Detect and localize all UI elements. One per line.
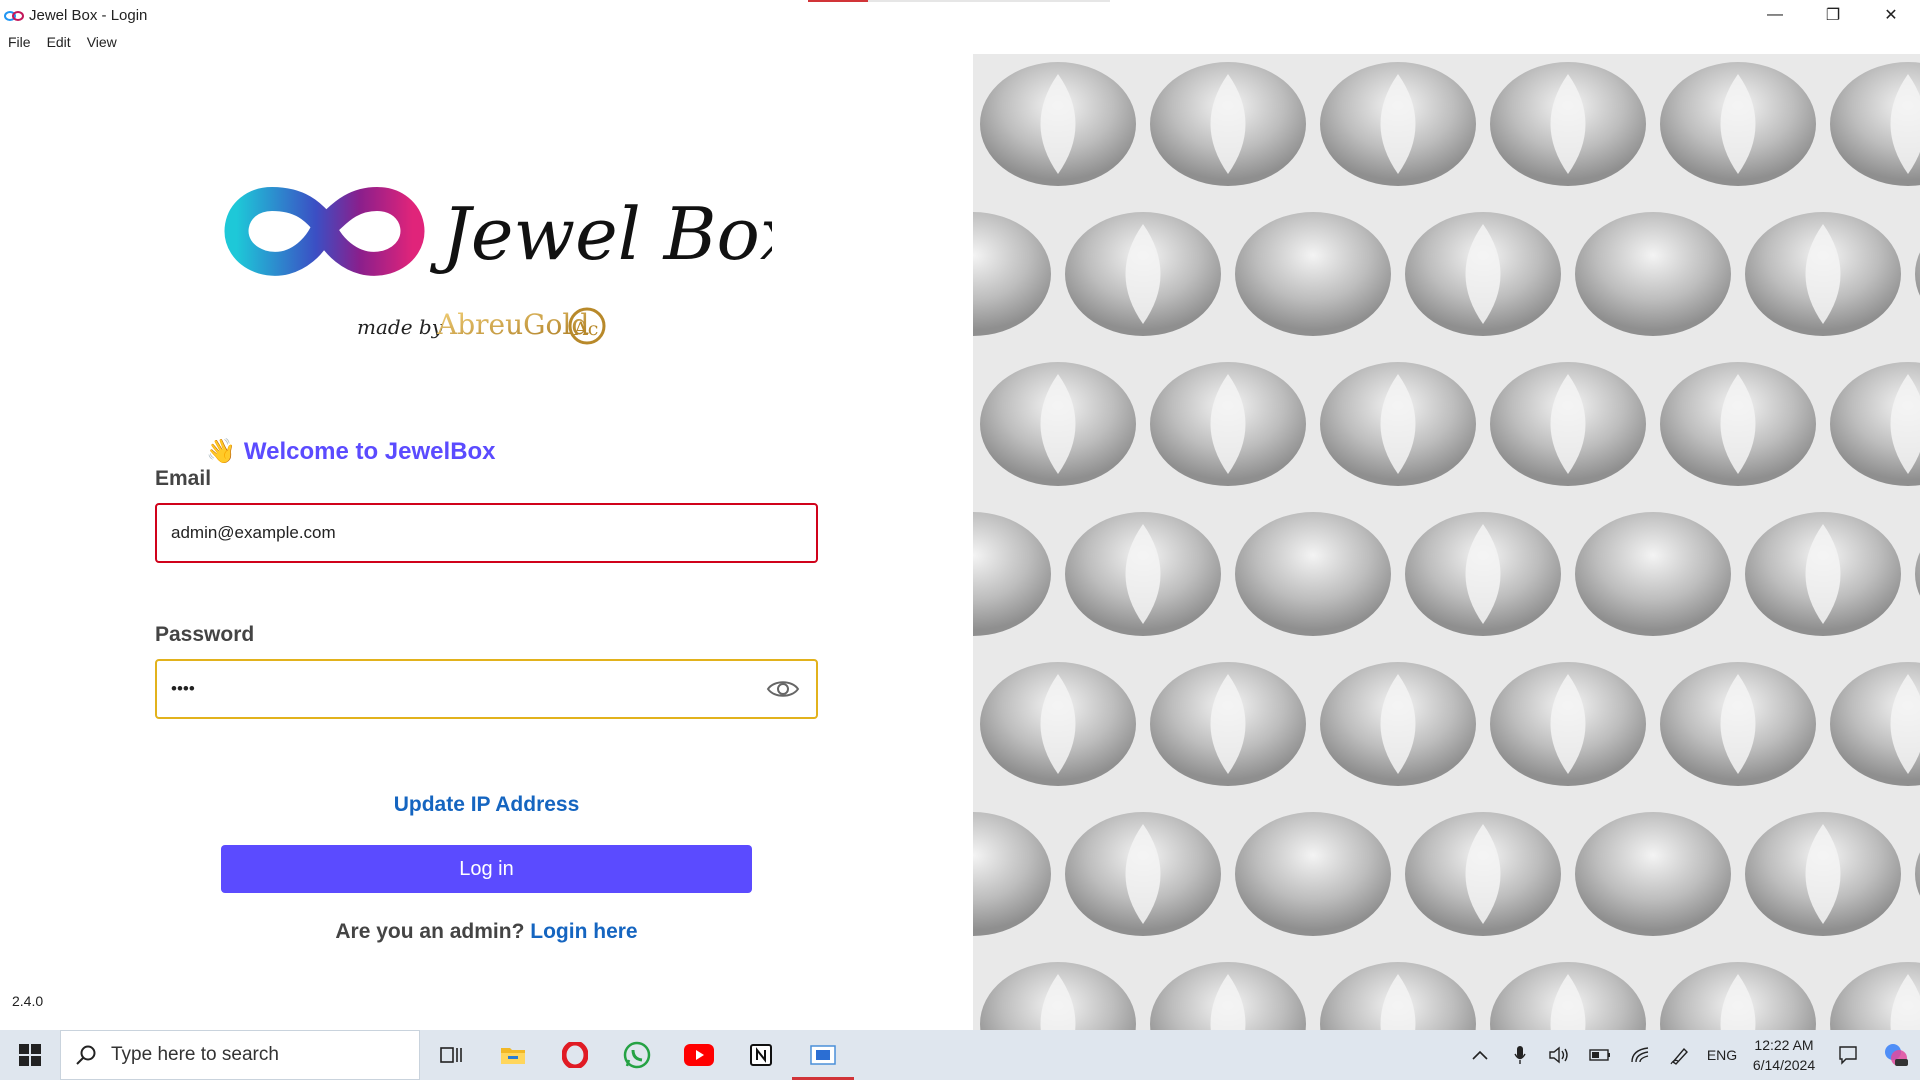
- admin-login-link[interactable]: Login here: [530, 920, 637, 943]
- admin-prompt-text: Are you an admin?: [335, 920, 525, 943]
- pen-icon[interactable]: [1660, 1030, 1700, 1080]
- password-field[interactable]: ••••: [155, 659, 818, 719]
- clock-date: 6/14/2024: [1752, 1057, 1816, 1073]
- restore-button[interactable]: ❐: [1804, 0, 1862, 30]
- task-view-icon[interactable]: [420, 1030, 482, 1080]
- update-ip-link[interactable]: Update IP Address: [0, 793, 973, 817]
- maker-mark: Ac: [573, 318, 598, 340]
- file-explorer-icon[interactable]: [482, 1030, 544, 1080]
- email-value: admin@example.com: [171, 523, 336, 542]
- menu-edit[interactable]: Edit: [39, 34, 79, 50]
- notion-icon[interactable]: [730, 1030, 792, 1080]
- made-by-text: made by: [357, 315, 444, 339]
- taskbar: Type here to search ENG 12:22 AM 6/14/20…: [0, 1030, 1920, 1080]
- login-button[interactable]: Log in: [221, 845, 752, 893]
- start-button[interactable]: [0, 1030, 60, 1080]
- menu-bar: File Edit View: [0, 30, 125, 54]
- search-placeholder: Type here to search: [111, 1044, 279, 1065]
- whatsapp-icon[interactable]: [606, 1030, 668, 1080]
- battery-icon[interactable]: [1580, 1030, 1620, 1080]
- app-window: Jewel Box - Login — ❐ ✕ File Edit View J…: [0, 0, 1920, 1030]
- maker-name: AbreuGold: [436, 308, 589, 341]
- decorative-background-image: [973, 54, 1920, 1030]
- close-button[interactable]: ✕: [1862, 0, 1920, 30]
- system-tray: ENG 12:22 AM 6/14/2024: [1460, 1030, 1920, 1080]
- notification-icon[interactable]: [1824, 1030, 1872, 1080]
- window-title: Jewel Box - Login: [29, 6, 148, 24]
- taskbar-search[interactable]: Type here to search: [60, 1030, 420, 1080]
- app-icon: [4, 9, 24, 21]
- network-icon[interactable]: [1620, 1030, 1660, 1080]
- eye-icon[interactable]: [764, 674, 802, 704]
- title-progress-bar: [808, 0, 1110, 2]
- chevron-up-icon[interactable]: [1460, 1030, 1500, 1080]
- brand-wordmark: Jewel Box: [429, 192, 772, 276]
- password-value: ••••: [171, 679, 195, 698]
- title-bar: Jewel Box - Login — ❐ ✕: [0, 0, 1920, 30]
- language-indicator[interactable]: ENG: [1700, 1030, 1744, 1080]
- jewel-box-taskbar-icon[interactable]: [792, 1030, 854, 1080]
- clock[interactable]: 12:22 AM 6/14/2024: [1744, 1035, 1824, 1075]
- title-progress-fill: [808, 0, 869, 2]
- login-panel: Jewel Box made by AbreuGold Ac 👋 Welcome…: [0, 54, 973, 1030]
- welcome-heading: 👋 Welcome to JewelBox: [206, 437, 496, 466]
- email-label: Email: [155, 467, 212, 490]
- email-field[interactable]: admin@example.com: [155, 503, 818, 563]
- volume-icon[interactable]: [1540, 1030, 1580, 1080]
- menu-file[interactable]: File: [0, 34, 39, 50]
- admin-prompt: Are you an admin? Login here: [0, 920, 973, 944]
- waving-hand-icon: 👋: [206, 438, 236, 465]
- minimize-button[interactable]: —: [1746, 0, 1804, 30]
- windows-icon: [19, 1044, 41, 1066]
- copilot-icon[interactable]: [1872, 1030, 1920, 1080]
- password-label: Password: [155, 623, 255, 646]
- opera-icon[interactable]: [544, 1030, 606, 1080]
- welcome-text: Welcome to JewelBox: [243, 437, 496, 465]
- jewel-box-logo: Jewel Box made by AbreuGold Ac: [224, 186, 772, 345]
- search-icon: [76, 1045, 96, 1065]
- microphone-icon[interactable]: [1500, 1030, 1540, 1080]
- version-label: 2.4.0: [12, 993, 44, 1009]
- youtube-icon[interactable]: [668, 1030, 730, 1080]
- menu-view[interactable]: View: [79, 34, 125, 50]
- clock-time: 12:22 AM: [1754, 1037, 1814, 1053]
